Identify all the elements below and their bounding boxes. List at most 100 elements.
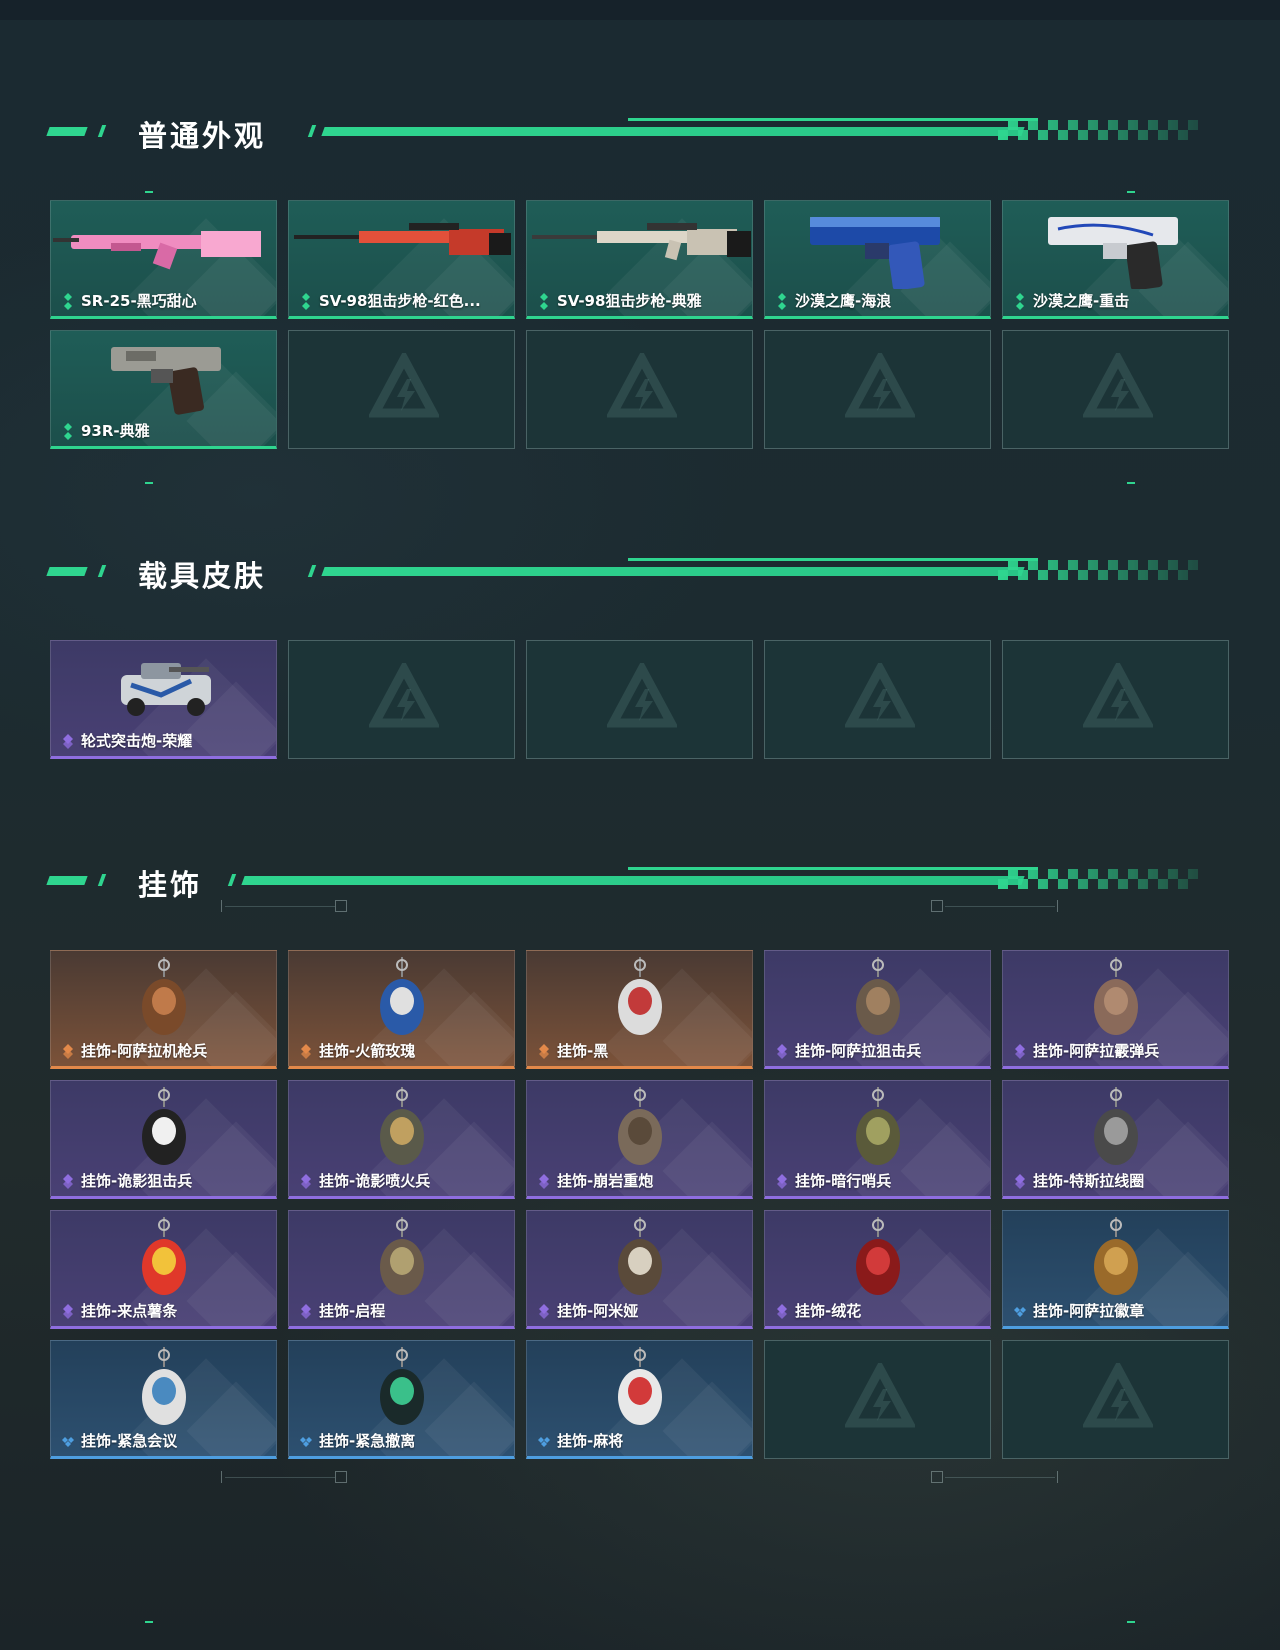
placeholder-logo-icon — [607, 663, 677, 728]
header-accent-bar — [46, 876, 88, 885]
charms-grid: 挂饰-阿萨拉机枪兵 挂饰-火箭玫瑰 挂饰-黑 挂饰-阿萨拉狙击兵 挂饰-阿萨拉霰… — [50, 950, 1229, 1459]
purple-rarity-icon — [63, 733, 73, 749]
green-rarity-icon — [64, 422, 72, 440]
vehicle-skins-grid: 轮式突击炮-荣耀 — [50, 640, 1229, 759]
item-card[interactable]: 挂饰-紧急撤离 — [288, 1340, 515, 1459]
item-card[interactable]: SV-98狙击步枪-典雅 — [526, 200, 753, 319]
item-card[interactable]: 挂饰-启程 — [288, 1210, 515, 1329]
deco-tick — [1127, 482, 1135, 484]
item-label: 轮式突击炮-荣耀 — [61, 730, 192, 751]
item-name: 挂饰-特斯拉线圈 — [1033, 1172, 1145, 1190]
item-card[interactable]: 挂饰-暗行哨兵 — [764, 1080, 991, 1199]
deco-tick — [1127, 1621, 1135, 1623]
item-name: 挂饰-阿萨拉机枪兵 — [81, 1042, 208, 1060]
soldier-charm-icon — [142, 957, 186, 1035]
section-title: 普通外观 — [138, 119, 267, 153]
empty-slot — [526, 330, 753, 449]
item-label: 挂饰-启程 — [299, 1300, 385, 1321]
section-header-vehicle-skins: 载具皮肤 — [46, 551, 1208, 593]
item-card[interactable]: 挂饰-诡影喷火兵 — [288, 1080, 515, 1199]
purple-rarity-icon — [777, 1303, 787, 1319]
section-header-normal-skins: 普通外观 — [46, 111, 1208, 153]
blue-pistol-icon — [810, 217, 940, 289]
item-label: 挂饰-暗行哨兵 — [775, 1170, 891, 1191]
item-label: 挂饰-阿萨拉狙击兵 — [775, 1040, 921, 1061]
item-label: 挂饰-特斯拉线圈 — [1013, 1170, 1144, 1191]
item-card[interactable]: 沙漠之鹰-海浪 — [764, 200, 991, 319]
header-checker-pattern — [998, 560, 1198, 580]
header-accent-bar — [46, 567, 88, 576]
item-card[interactable]: 挂饰-诡影狙击兵 — [50, 1080, 277, 1199]
item-label: 沙漠之鹰-重击 — [1013, 290, 1129, 311]
orange-rarity-icon — [301, 1043, 311, 1059]
rocket-charm-icon — [380, 957, 424, 1035]
red-sniper-rifle-icon — [294, 223, 511, 255]
header-accent-tick — [97, 565, 107, 577]
item-card[interactable]: SR-25-黑巧甜心 — [50, 200, 277, 319]
purple-rarity-icon — [777, 1173, 787, 1189]
deco-line — [945, 906, 1055, 907]
item-label: 挂饰-阿萨拉徽章 — [1013, 1300, 1144, 1321]
item-card[interactable]: SV-98狙击步枪-红色... — [288, 200, 515, 319]
badge-charm-icon — [1094, 1217, 1138, 1295]
item-name: 挂饰-暗行哨兵 — [795, 1172, 892, 1190]
item-label: 挂饰-诡影狙击兵 — [61, 1170, 192, 1191]
item-name: 挂饰-黑 — [557, 1042, 609, 1060]
deco-tick — [145, 1621, 153, 1623]
item-label: 挂饰-阿萨拉机枪兵 — [61, 1040, 207, 1061]
item-label: 沙漠之鹰-海浪 — [775, 290, 891, 311]
item-card[interactable]: 挂饰-阿萨拉霰弹兵 — [1002, 950, 1229, 1069]
empty-slot — [288, 330, 515, 449]
orange-rarity-icon — [63, 1043, 73, 1059]
item-name: 沙漠之鹰-海浪 — [795, 292, 892, 310]
deco-tick — [221, 1471, 222, 1483]
placeholder-logo-icon — [1083, 1363, 1153, 1428]
green-rarity-icon — [1016, 292, 1024, 310]
item-card[interactable]: 挂饰-黑 — [526, 950, 753, 1069]
placeholder-logo-icon — [369, 663, 439, 728]
item-card[interactable]: 挂饰-来点薯条 — [50, 1210, 277, 1329]
item-card[interactable]: 挂饰-阿萨拉机枪兵 — [50, 950, 277, 1069]
item-label: 挂饰-阿萨拉霰弹兵 — [1013, 1040, 1159, 1061]
empty-slot — [288, 640, 515, 759]
item-card[interactable]: 挂饰-麻将 — [526, 1340, 753, 1459]
item-card[interactable]: 挂饰-崩岩重炮 — [526, 1080, 753, 1199]
placeholder-logo-icon — [845, 1363, 915, 1428]
item-card[interactable]: 挂饰-阿萨拉狙击兵 — [764, 950, 991, 1069]
purple-rarity-icon — [539, 1303, 549, 1319]
heavy-charm-icon — [618, 1087, 662, 1165]
item-label: 挂饰-绒花 — [775, 1300, 861, 1321]
placeholder-logo-icon — [1083, 353, 1153, 418]
deco-tick — [145, 191, 153, 193]
header-checker-pattern — [998, 869, 1198, 889]
item-card[interactable]: 沙漠之鹰-重击 — [1002, 200, 1229, 319]
deco-tick — [1127, 191, 1135, 193]
item-card[interactable]: 挂饰-火箭玫瑰 — [288, 950, 515, 1069]
item-card[interactable]: 93R-典雅 — [50, 330, 277, 449]
header-thin-line — [628, 118, 1038, 121]
item-label: 挂饰-紧急撤离 — [299, 1430, 415, 1451]
item-card[interactable]: 挂饰-紧急会议 — [50, 1340, 277, 1459]
item-label: SR-25-黑巧甜心 — [61, 290, 197, 311]
fries-charm-icon — [142, 1217, 186, 1295]
header-checker-pattern — [998, 120, 1198, 140]
white-sniper-rifle-icon — [532, 223, 751, 261]
item-label: 挂饰-阿米娅 — [537, 1300, 638, 1321]
item-card[interactable]: 挂饰-阿米娅 — [526, 1210, 753, 1329]
deco-line — [945, 1477, 1055, 1478]
item-card[interactable]: 挂饰-阿萨拉徽章 — [1002, 1210, 1229, 1329]
meeting-charm-icon — [142, 1347, 186, 1425]
item-name: 挂饰-阿萨拉狙击兵 — [795, 1042, 922, 1060]
item-card[interactable]: 轮式突击炮-荣耀 — [50, 640, 277, 759]
green-rarity-icon — [540, 292, 548, 310]
header-accent-tick — [97, 874, 107, 886]
item-card[interactable]: 挂饰-特斯拉线圈 — [1002, 1080, 1229, 1199]
item-card[interactable]: 挂饰-绒花 — [764, 1210, 991, 1329]
deco-tick — [1057, 900, 1058, 912]
header-accent-tick — [307, 125, 317, 137]
item-label: 93R-典雅 — [61, 420, 150, 441]
header-line — [321, 567, 1025, 576]
item-name: SV-98狙击步枪-典雅 — [557, 292, 702, 310]
ring-charm-icon — [380, 1217, 424, 1295]
purple-rarity-icon — [63, 1173, 73, 1189]
